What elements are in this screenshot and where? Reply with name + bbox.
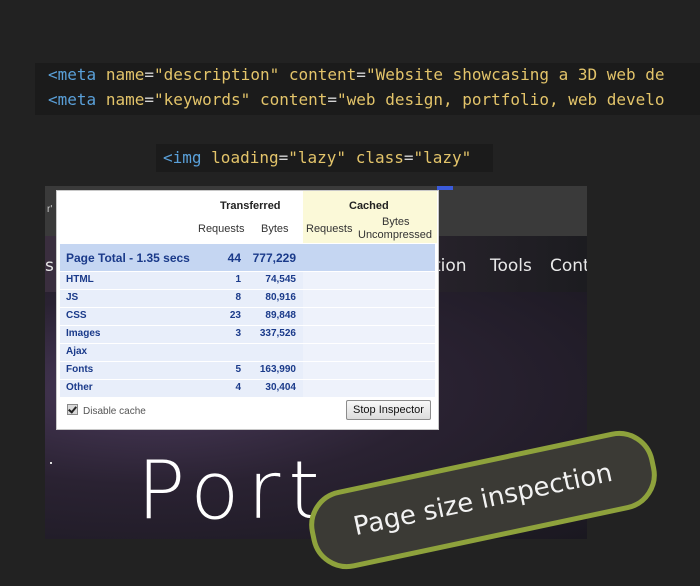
disable-cache-label: Disable cache	[83, 406, 146, 417]
row-bytes: 89,848	[265, 310, 296, 321]
row-bytes: 337,526	[259, 328, 296, 339]
table-row: Fonts 5 163,990	[60, 362, 435, 380]
code-line-keywords: <meta name="keywords" content="web desig…	[48, 90, 665, 109]
hero-title: Port	[137, 444, 328, 537]
row-label: Ajax	[66, 346, 88, 357]
page-total-requests: 44	[227, 251, 241, 265]
cached-requests-column-header: Requests	[306, 223, 353, 235]
table-row: JS 8 80,916	[60, 290, 435, 308]
nav-fragment: s	[45, 256, 54, 276]
code-value: "description"	[153, 65, 280, 84]
row-requests: 5	[235, 364, 241, 375]
row-requests: 1	[235, 274, 241, 285]
bytes-column-header: Bytes	[261, 223, 289, 235]
code-attr: class	[355, 148, 404, 167]
address-bar-edge	[437, 186, 453, 190]
table-row: Other 4 30,404	[60, 380, 435, 398]
row-bytes: 163,990	[259, 364, 296, 375]
row-label: Images	[66, 328, 101, 339]
code-attr: content	[288, 65, 357, 84]
code-value: "Website showcasing a 3D web de	[365, 65, 665, 84]
page-total-row: Page Total - 1.35 secs 44 777,229	[60, 244, 435, 271]
code-tag: <meta	[48, 90, 97, 109]
row-bytes: 74,545	[265, 274, 296, 285]
code-tag: <img	[163, 148, 202, 167]
row-label: Other	[66, 382, 93, 393]
code-value: "lazy"	[288, 148, 347, 167]
row-bytes: 80,916	[265, 292, 296, 303]
row-label: HTML	[66, 274, 94, 285]
requests-column-header: Requests	[198, 223, 245, 235]
disable-cache-checkbox[interactable]	[67, 404, 78, 415]
row-label: Fonts	[66, 364, 94, 375]
cached-header: Cached	[349, 200, 389, 212]
table-row: Images 3 337,526	[60, 326, 435, 344]
code-value: "web design, portfolio, web develo	[337, 90, 665, 109]
row-label: JS	[66, 292, 79, 303]
code-value: "keywords"	[153, 90, 251, 109]
row-label: CSS	[66, 310, 87, 321]
resource-rows: HTML 1 74,545 JS 8 80,916 CSS 23 89,848 Images…	[60, 272, 435, 398]
nav-item-tools[interactable]: Tools	[490, 256, 532, 276]
page-size-inspector: Transferred Cached Requests Bytes Reques…	[56, 190, 439, 430]
row-requests: 23	[229, 310, 241, 321]
page-total-label: Page Total - 1.35 secs	[66, 251, 190, 265]
table-row: HTML 1 74,545	[60, 272, 435, 290]
toolbar-fragment: r'	[47, 204, 53, 215]
nav-item-contact[interactable]: Cont	[550, 256, 587, 276]
code-snippet-meta: <meta name="description" content="Websit…	[35, 63, 700, 115]
row-requests: 8	[235, 292, 241, 303]
bytes-uncompressed-header-2: Uncompressed	[358, 229, 432, 241]
transferred-header: Transferred	[220, 200, 281, 212]
page-total-bytes: 777,229	[252, 251, 296, 265]
row-requests: 4	[235, 382, 241, 393]
code-line-img: <img loading="lazy" class="lazy"	[163, 148, 472, 167]
row-requests: 3	[235, 328, 241, 339]
hero-dot	[50, 462, 52, 464]
row-bytes: 30,404	[265, 382, 296, 393]
code-attr: name	[105, 65, 145, 84]
code-attr: loading	[211, 148, 279, 167]
stop-inspector-button[interactable]: Stop Inspector	[346, 400, 431, 420]
disable-cache-option[interactable]: Disable cache	[67, 404, 146, 417]
code-attr: name	[105, 90, 145, 109]
code-snippet-img: <img loading="lazy" class="lazy"	[156, 144, 493, 172]
code-attr: content	[259, 90, 328, 109]
code-tag: <meta	[48, 65, 97, 84]
bytes-uncompressed-header-1: Bytes	[382, 216, 410, 228]
code-value: "lazy"	[413, 148, 472, 167]
code-line-description: <meta name="description" content="Websit…	[48, 65, 665, 84]
table-row: CSS 23 89,848	[60, 308, 435, 326]
table-row: Ajax	[60, 344, 435, 362]
